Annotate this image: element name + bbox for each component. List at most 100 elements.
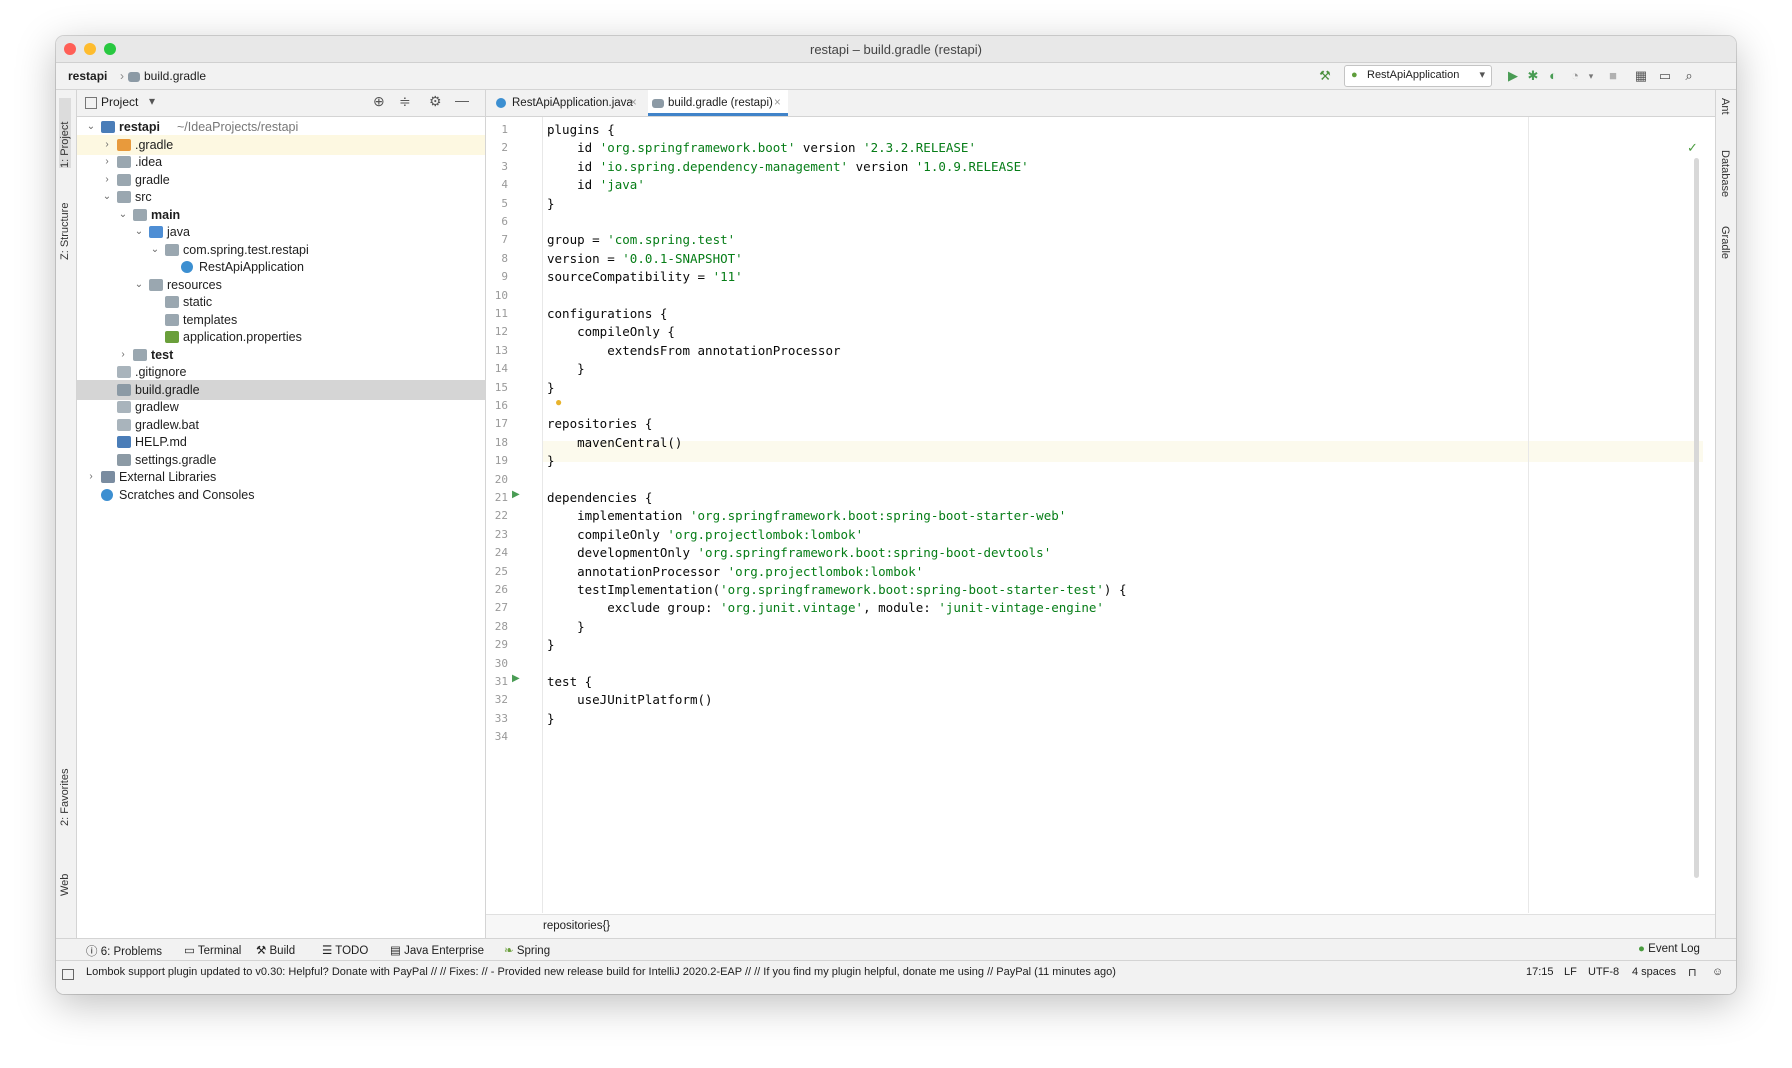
profile-dropdown-icon[interactable]: ▾ bbox=[1582, 67, 1600, 85]
code-token: } bbox=[547, 453, 555, 469]
web-tool-button[interactable]: Web bbox=[59, 856, 71, 896]
caret-position[interactable]: 17:15 bbox=[1526, 966, 1554, 978]
structure-tool-button[interactable]: Z: Structure bbox=[59, 180, 71, 260]
build-tool-button[interactable]: ⚒ Build bbox=[256, 943, 295, 957]
project-structure-icon[interactable]: ▦ bbox=[1632, 67, 1650, 85]
favorites-tool-button[interactable]: 2: Favorites bbox=[59, 756, 71, 826]
code-line: } bbox=[547, 193, 555, 214]
code-token: group = bbox=[547, 232, 608, 248]
string-token: '11' bbox=[712, 269, 743, 285]
run-icon[interactable]: ▶ bbox=[1504, 67, 1522, 85]
spring-icon: ❧ bbox=[504, 945, 517, 957]
code-line: sourceCompatibility = '11' bbox=[547, 266, 743, 287]
breadcrumb-file[interactable]: build.gradle bbox=[144, 69, 206, 83]
code-area[interactable]: plugins { id 'org.springframework.boot' … bbox=[543, 117, 1703, 913]
close-tab-icon[interactable]: × bbox=[774, 90, 781, 116]
code-token: } bbox=[547, 379, 555, 395]
toggle-tool-windows-icon[interactable] bbox=[62, 969, 74, 980]
locate-file-icon[interactable]: ⊕ bbox=[373, 93, 385, 110]
code-line: exclude group: 'org.junit.vintage', modu… bbox=[547, 597, 1104, 618]
file-icon bbox=[117, 366, 131, 378]
gear-icon[interactable]: ⚙ bbox=[429, 93, 442, 110]
window-title: restapi – build.gradle (restapi) bbox=[810, 42, 982, 57]
tool-window-bar: ⓘ 6: Problems ▭ Terminal ⚒ Build ☰ TODO … bbox=[56, 938, 1736, 961]
presentation-icon[interactable]: ▭ bbox=[1656, 67, 1674, 85]
run-configuration-select[interactable]: ● RestApiApplication ▾ bbox=[1344, 65, 1492, 87]
code-line: } bbox=[547, 708, 555, 729]
string-token: 'org.springframework.boot:spring-boot-st… bbox=[690, 508, 1067, 524]
event-log-button[interactable]: ● Event Log bbox=[1638, 943, 1700, 955]
problems-tool-button[interactable]: ⓘ 6: Problems bbox=[86, 943, 162, 959]
run-gutter-icon[interactable]: ▶ bbox=[512, 489, 520, 500]
code-token: exclude group: bbox=[547, 600, 721, 616]
ide-window: restapi – build.gradle (restapi) restapi… bbox=[56, 36, 1736, 994]
string-token: 'java' bbox=[599, 177, 645, 193]
status-message[interactable]: Lombok support plugin updated to v0.30: … bbox=[86, 966, 1116, 978]
hammer-build-icon[interactable]: ⚒ bbox=[1316, 67, 1334, 85]
code-token: } bbox=[547, 637, 555, 653]
tab-label: RestApiApplication.java bbox=[512, 97, 633, 109]
run-gutter-icon[interactable]: ▶ bbox=[512, 673, 520, 684]
code-token: mavenCentral() bbox=[547, 434, 683, 450]
lock-icon[interactable]: ⊓ bbox=[1688, 966, 1697, 979]
todo-tool-button[interactable]: ☰ TODO bbox=[322, 943, 368, 957]
code-token: version bbox=[795, 140, 864, 156]
project-view-label[interactable]: Project bbox=[101, 95, 138, 109]
project-view-icon bbox=[85, 97, 97, 109]
collapse-all-icon[interactable]: ≑ bbox=[399, 93, 411, 110]
code-token: configurations { bbox=[547, 306, 668, 321]
stop-icon[interactable]: ■ bbox=[1604, 67, 1622, 85]
gradle-tool-button[interactable]: Gradle bbox=[1719, 226, 1731, 276]
code-line: useJUnitPlatform() bbox=[547, 689, 712, 710]
coverage-icon[interactable]: ◐ bbox=[1544, 67, 1562, 85]
string-token: 'com.spring.test' bbox=[607, 232, 736, 248]
line-separator[interactable]: LF bbox=[1564, 966, 1577, 978]
build-icon: ⚒ bbox=[256, 945, 270, 957]
java-enterprise-tool-button[interactable]: ▤ Java Enterprise bbox=[390, 943, 484, 957]
inspector-icon[interactable]: ☺ bbox=[1712, 966, 1723, 978]
spring-tool-button[interactable]: ❧ Spring bbox=[504, 943, 550, 957]
tool-label: Spring bbox=[516, 945, 551, 957]
file-encoding[interactable]: UTF-8 bbox=[1588, 966, 1619, 978]
code-token: repositories { bbox=[547, 416, 653, 432]
project-panel: Project ▾ ⊕ ≑ ⚙ — ⌄ restapi ~/IdeaProjects… bbox=[77, 90, 486, 938]
folder-icon bbox=[117, 191, 131, 203]
run-configuration-label: RestApiApplication bbox=[1367, 69, 1460, 81]
search-icon[interactable]: ⌕ bbox=[1680, 67, 1698, 85]
ant-tool-button[interactable]: Ant bbox=[1719, 98, 1731, 134]
tab-build-gradle[interactable]: build.gradle (restapi) × bbox=[648, 90, 788, 116]
project-tool-button[interactable]: 1: Project bbox=[59, 98, 71, 168]
navigation-bar: restapi › build.gradle ⚒ ● RestApiApplic… bbox=[56, 63, 1736, 90]
java-class-icon bbox=[496, 98, 506, 108]
code-token: dependencies { bbox=[547, 490, 653, 505]
md-icon bbox=[117, 436, 131, 448]
line-number-gutter: 1 2 3 4 5 6 7 8 9 10 11 12 13 14 15 16 17 18 19 20 21 22 23 24 2… bbox=[486, 117, 543, 913]
string-token: '1.0.9.RELEASE' bbox=[915, 158, 1029, 174]
folder-icon bbox=[117, 156, 131, 168]
editor-scrollbar[interactable] bbox=[1694, 158, 1699, 878]
tree-item[interactable]: Scratches and Consoles bbox=[77, 485, 485, 505]
close-tab-icon[interactable]: × bbox=[630, 90, 637, 116]
code-token: sourceCompatibility = bbox=[547, 269, 713, 285]
database-tool-button[interactable]: Database bbox=[1719, 150, 1731, 214]
editor-breadcrumb[interactable]: repositories{} bbox=[543, 920, 610, 932]
tab-restapiapplication-java[interactable]: RestApiApplication.java × bbox=[492, 90, 640, 116]
chevron-down-icon[interactable]: ▾ bbox=[149, 94, 155, 108]
string-token: 'org.springframework.boot' bbox=[599, 140, 796, 156]
debug-icon[interactable]: ✱ bbox=[1524, 67, 1542, 85]
project-panel-header: Project ▾ ⊕ ≑ ⚙ — bbox=[77, 90, 485, 117]
inspection-ok-icon[interactable]: ✓ bbox=[1687, 140, 1698, 156]
intention-bulb-icon[interactable]: ● bbox=[555, 395, 562, 409]
string-token: '0.0.1-SNAPSHOT' bbox=[622, 250, 743, 266]
left-tool-strip: 1: Project Z: Structure 2: Favorites Web bbox=[56, 90, 77, 938]
breadcrumb-project[interactable]: restapi bbox=[68, 69, 107, 83]
code-token: id bbox=[547, 158, 600, 174]
code-token: , module: bbox=[863, 600, 939, 616]
tool-label: Build bbox=[269, 945, 296, 957]
string-token: 'io.spring.dependency-management' bbox=[599, 158, 849, 174]
code-token: plugins { bbox=[547, 122, 615, 137]
tool-label: TODO bbox=[335, 945, 369, 957]
hide-panel-icon[interactable]: — bbox=[455, 92, 469, 108]
indent-setting[interactable]: 4 spaces bbox=[1632, 966, 1676, 978]
terminal-tool-button[interactable]: ▭ Terminal bbox=[184, 943, 241, 957]
